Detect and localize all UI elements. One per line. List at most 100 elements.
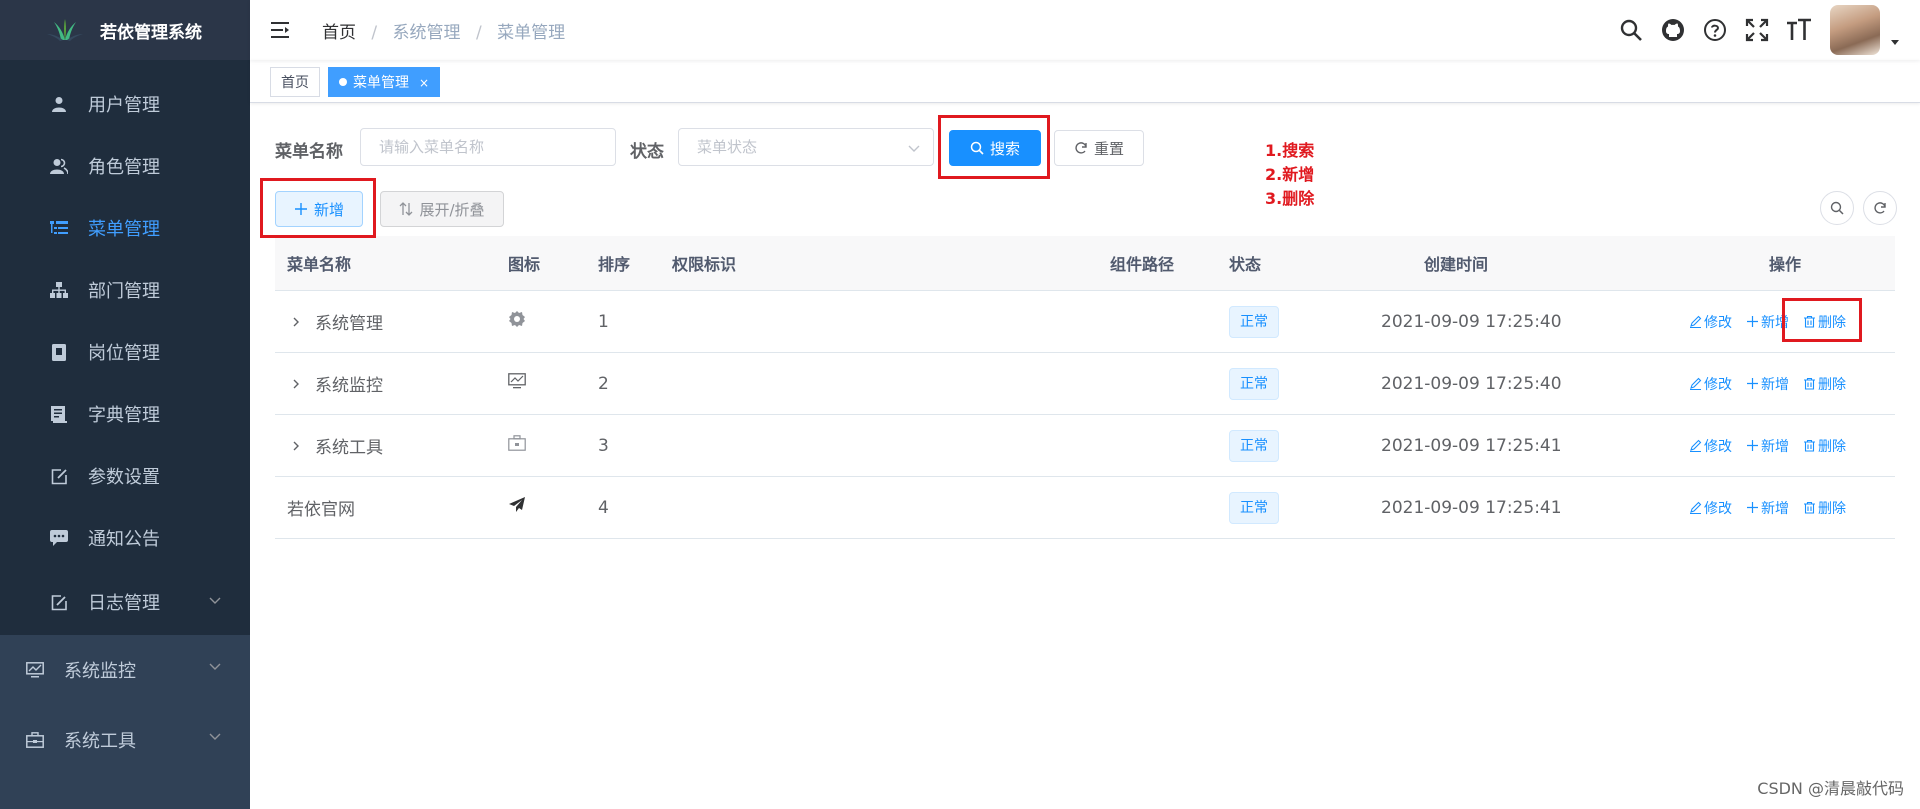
toggle-search-button[interactable] bbox=[1820, 191, 1854, 225]
sidebar-item-label: 菜单管理 bbox=[88, 219, 160, 240]
sidebar-item-tool[interactable]: 系统工具 bbox=[0, 705, 250, 775]
sidebar-item-monitor[interactable]: 系统监控 bbox=[0, 635, 250, 705]
add-link[interactable]: 新增 bbox=[1746, 436, 1789, 456]
sidebar-item-label: 系统工具 bbox=[64, 731, 136, 752]
annotation-line: 2.新增 bbox=[1265, 165, 1315, 184]
cell-status: 正常 bbox=[1222, 429, 1354, 462]
delete-link[interactable]: 删除 bbox=[1803, 498, 1846, 518]
th-perm: 权限标识 bbox=[672, 255, 737, 274]
sidebar-item-post[interactable]: 岗位管理 bbox=[0, 321, 250, 383]
tag-menu-manage[interactable]: 菜单管理 × bbox=[328, 67, 441, 97]
plus-icon bbox=[1747, 316, 1758, 327]
sidebar-item-user[interactable]: 用户管理 bbox=[0, 73, 250, 135]
fullscreen-icon[interactable] bbox=[1744, 17, 1770, 43]
sidebar-item-notice[interactable]: 通知公告 bbox=[0, 507, 250, 569]
sidebar-item-menu[interactable]: 菜单管理 bbox=[0, 197, 250, 259]
reset-button[interactable]: 重置 bbox=[1054, 130, 1144, 166]
menu-name-input[interactable]: 请输入菜单名称 bbox=[360, 128, 616, 166]
caret-down-icon[interactable] bbox=[1890, 37, 1900, 47]
sidebar-item-config[interactable]: 参数设置 bbox=[0, 445, 250, 507]
logo[interactable]: 若依管理系统 bbox=[0, 0, 250, 60]
edit-link[interactable]: 修改 bbox=[1689, 312, 1732, 332]
chevron-down-icon bbox=[908, 145, 920, 152]
search-icon bbox=[1830, 201, 1844, 215]
menu-name-placeholder: 请输入菜单名称 bbox=[379, 138, 485, 156]
annotation-line: 1.搜索 bbox=[1265, 141, 1315, 160]
tags-view: 首页 菜单管理 × bbox=[250, 60, 1920, 103]
delete-label: 删除 bbox=[1818, 376, 1846, 393]
status-badge: 正常 bbox=[1229, 367, 1279, 400]
delete-icon bbox=[1804, 315, 1815, 328]
delete-link[interactable]: 删除 bbox=[1803, 436, 1846, 456]
sidebar-item-dept[interactable]: 部门管理 bbox=[0, 259, 250, 321]
sidebar-top-level: 系统监控 系统工具 bbox=[0, 635, 250, 775]
sidebar-item-label: 岗位管理 bbox=[88, 343, 160, 364]
chevron-down-icon bbox=[209, 597, 221, 604]
delete-link[interactable]: 删除 bbox=[1803, 312, 1846, 332]
expand-arrow-icon[interactable] bbox=[287, 375, 305, 393]
watermark: CSDN @清晨敲代码 bbox=[1757, 779, 1904, 798]
github-icon[interactable] bbox=[1660, 17, 1686, 43]
search-button[interactable]: 搜索 bbox=[949, 130, 1041, 166]
avatar[interactable] bbox=[1830, 5, 1880, 55]
sidebar-item-role[interactable]: 角色管理 bbox=[0, 135, 250, 197]
cell-order: 1 bbox=[598, 311, 609, 332]
add-button[interactable]: 新增 bbox=[275, 191, 363, 227]
system-icon bbox=[509, 311, 525, 327]
breadcrumb-home[interactable]: 首页 bbox=[322, 23, 356, 43]
sidebar-item-label: 参数设置 bbox=[88, 467, 160, 488]
logo-icon bbox=[47, 19, 83, 41]
expand-arrow-icon[interactable] bbox=[287, 437, 305, 455]
annotation-text: 1.搜索 2.新增 3.删除 bbox=[1265, 139, 1314, 211]
breadcrumb-level2: 菜单管理 bbox=[497, 22, 566, 43]
cell-icon bbox=[508, 435, 598, 456]
status-select[interactable]: 菜单状态 bbox=[678, 128, 934, 166]
user-icon bbox=[50, 95, 68, 113]
expand-arrow-icon[interactable] bbox=[287, 313, 305, 331]
font-size-icon[interactable] bbox=[1786, 17, 1812, 43]
status-badge: 正常 bbox=[1229, 429, 1279, 462]
add-link[interactable]: 新增 bbox=[1746, 374, 1789, 394]
expand-collapse-button[interactable]: 展开/折叠 bbox=[380, 191, 504, 227]
edit-icon bbox=[50, 467, 68, 485]
edit-icon bbox=[1690, 315, 1702, 328]
dict-icon bbox=[50, 405, 68, 423]
search-icon[interactable] bbox=[1618, 17, 1644, 43]
sidebar-item-log[interactable]: 日志管理 bbox=[0, 569, 250, 635]
close-icon[interactable]: × bbox=[419, 76, 429, 90]
table-row: 系统监控 2 正常 2021-09-09 17:25:40 修改 新增 删除 bbox=[275, 353, 1895, 415]
chevron-down-icon bbox=[209, 663, 221, 670]
edit-link[interactable]: 修改 bbox=[1689, 436, 1732, 456]
delete-label: 删除 bbox=[1818, 438, 1846, 455]
help-icon[interactable] bbox=[1702, 17, 1728, 43]
sort-icon bbox=[400, 202, 413, 216]
cell-name: 系统管理 bbox=[275, 309, 508, 334]
delete-link[interactable]: 删除 bbox=[1803, 374, 1846, 394]
sidebar-item-label: 用户管理 bbox=[88, 95, 160, 116]
th-created: 创建时间 bbox=[1424, 255, 1489, 274]
cell-created: 2021-09-09 17:25:40 bbox=[1381, 311, 1562, 332]
cell-order: 3 bbox=[598, 435, 609, 456]
cell-actions: 修改 新增 删除 bbox=[1689, 436, 1895, 456]
menu-name: 若依官网 bbox=[287, 500, 355, 520]
menu-table: 菜单名称 图标 排序 权限标识 组件路径 状态 创建时间 操作 系统管理 1 正… bbox=[275, 236, 1895, 539]
menu-name: 系统管理 bbox=[315, 314, 383, 334]
edit-link[interactable]: 修改 bbox=[1689, 498, 1732, 518]
refresh-button[interactable] bbox=[1863, 191, 1897, 225]
peoples-icon bbox=[50, 157, 68, 175]
cell-created: 2021-09-09 17:25:40 bbox=[1381, 373, 1562, 394]
edit-link[interactable]: 修改 bbox=[1689, 374, 1732, 394]
cell-icon bbox=[508, 497, 598, 518]
hamburger-icon[interactable] bbox=[270, 19, 292, 41]
sidebar-item-label: 字典管理 bbox=[88, 405, 160, 426]
menu-name: 系统监控 bbox=[315, 376, 383, 396]
add-link[interactable]: 新增 bbox=[1746, 312, 1789, 332]
app-main: 菜单名称 请输入菜单名称 状态 菜单状态 搜索 重置 新增 展开/折叠 菜单名称… bbox=[250, 103, 1920, 809]
add-link[interactable]: 新增 bbox=[1746, 498, 1789, 518]
message-icon bbox=[50, 529, 68, 547]
sidebar-item-dict[interactable]: 字典管理 bbox=[0, 383, 250, 445]
tree-icon bbox=[50, 281, 68, 299]
sidebar: 若依管理系统 用户管理 角色管理 菜单管理 部门管理 岗位管理 字典管理 参数设… bbox=[0, 0, 250, 809]
submenu-system: 用户管理 角色管理 菜单管理 部门管理 岗位管理 字典管理 参数设置 通知公告 … bbox=[0, 60, 250, 635]
tag-home[interactable]: 首页 bbox=[270, 67, 320, 97]
